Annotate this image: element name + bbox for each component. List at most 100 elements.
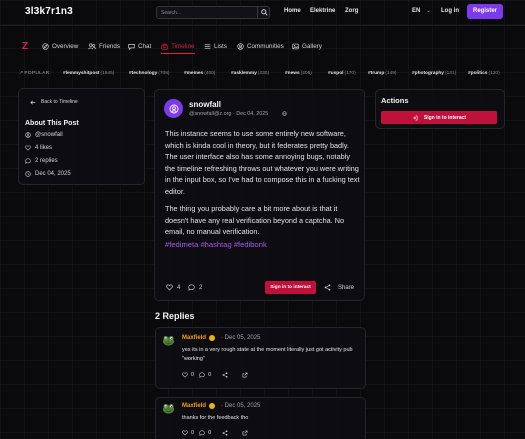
heart-icon[interactable] (182, 372, 188, 378)
tab-label: Gallery (302, 43, 322, 50)
nav-elektrine[interactable]: Elektrine (310, 8, 335, 14)
about-replies-text: 2 replies (35, 158, 58, 164)
frog-avatar-icon[interactable] (162, 334, 175, 347)
like-button[interactable]: 4 (166, 284, 180, 291)
search-button[interactable] (257, 7, 269, 18)
back-to-timeline-link[interactable]: Back to Timeline (30, 99, 78, 105)
tag-chip[interactable]: #asklemmy(330) (231, 71, 269, 76)
reply-button[interactable]: 2 (188, 284, 202, 291)
popular-tags-bar: ↗ POPULAR: (19, 71, 51, 76)
post-paragraph: This instance seems to use some entirely… (165, 129, 360, 196)
tag-chip[interactable]: #lemmyshitpost(1645) (63, 71, 114, 76)
user-icon (25, 132, 31, 138)
comment-icon[interactable] (199, 372, 205, 378)
compass-icon (42, 43, 49, 50)
login-link[interactable]: Log in (441, 8, 459, 14)
share-icon[interactable] (222, 372, 228, 378)
timeline-icon (161, 43, 168, 50)
tag-name: #news (285, 71, 300, 76)
reply-author-name: Maxfield (182, 403, 207, 409)
clock-icon (25, 171, 31, 177)
tag-name: #trump (368, 71, 385, 76)
tag-count: (206) (300, 71, 312, 76)
reply-date: · Dec 05, 2025 (221, 403, 261, 409)
reply-actions: 0 0 (182, 372, 248, 378)
comment-icon (25, 158, 31, 164)
tag-name: #memes (184, 71, 204, 76)
tab-gallery[interactable]: Gallery (292, 43, 322, 50)
heart-icon[interactable] (182, 430, 188, 436)
reply-author[interactable]: Maxfield · Dec 05, 2025 (182, 403, 260, 409)
reply-text: thanks for the feedback tho (182, 415, 249, 421)
language-selector[interactable]: EN ⌄ (412, 8, 431, 14)
post-hashtags[interactable]: #fedimeta #hashtag #fedibonk (165, 240, 267, 249)
register-button[interactable]: Register (467, 4, 503, 19)
list-icon (204, 44, 211, 49)
nav-zorg[interactable]: Zorg (345, 8, 358, 14)
tab-communities[interactable]: Communities (237, 43, 284, 50)
nav-home[interactable]: Home (284, 8, 301, 14)
actions-title: Actions (381, 96, 409, 105)
verified-badge-icon (209, 403, 216, 409)
tab-chat[interactable]: Chat (128, 43, 151, 50)
login-icon (412, 115, 418, 120)
post-meta: @snowfall@z.org · Dec 04, 2025 (189, 111, 269, 117)
tag-count: (400) (204, 71, 216, 76)
share-icon[interactable] (222, 430, 228, 436)
user-icon (169, 104, 178, 113)
sign-in-to-interact-button[interactable]: Sign in to interact (265, 281, 316, 294)
search-input[interactable] (161, 8, 253, 18)
tab-timeline[interactable]: Timeline (161, 43, 195, 54)
post-body: This instance seems to use some entirely… (165, 128, 360, 238)
tag-count: (330) (257, 71, 270, 76)
tab-friends[interactable]: Friends (88, 43, 120, 50)
tab-lists[interactable]: Lists (204, 43, 227, 50)
tag-count: (149) (385, 71, 397, 76)
reply-author[interactable]: Maxfield · Dec 05, 2025 (182, 335, 260, 341)
comment-icon[interactable] (199, 430, 205, 436)
tab-overview[interactable]: Overview (42, 43, 78, 50)
tag-name: #photography (412, 71, 444, 76)
trending-icon: ↗ (19, 71, 24, 76)
reply-like-count: 0 (191, 372, 195, 378)
reply-date: · Dec 05, 2025 (221, 335, 261, 341)
community-icon (237, 43, 244, 50)
avatar[interactable] (164, 99, 183, 118)
share-button[interactable]: Share (324, 284, 354, 291)
post-author-name[interactable]: snowfall (189, 100, 221, 109)
tag-chip[interactable]: #news(206) (285, 71, 312, 76)
about-author-text: @snowfall (35, 132, 63, 138)
tag-chip[interactable]: #memes(400) (184, 71, 215, 76)
reply-author-name: Maxfield (182, 335, 207, 341)
zorg-logo[interactable]: Z (22, 41, 32, 52)
tag-chip[interactable]: #photography(121) (412, 71, 456, 76)
frog-avatar-icon[interactable] (162, 402, 175, 415)
external-link-icon[interactable] (242, 430, 248, 436)
search-box[interactable] (156, 6, 270, 19)
comment-icon (188, 284, 195, 291)
tab-label: Timeline (171, 43, 195, 50)
tag-name: #politics (468, 71, 488, 76)
tab-label: Communities (247, 43, 284, 50)
about-author[interactable]: @snowfall (25, 132, 63, 138)
external-link-icon[interactable] (242, 372, 248, 378)
about-likes-text: 4 likes (35, 145, 53, 151)
tag-chip[interactable]: #technology(708) (129, 71, 169, 76)
site-logo[interactable]: 3l3k7r1n3 (25, 6, 73, 17)
reply-comment-count: 0 (208, 430, 212, 436)
chat-icon (128, 44, 135, 50)
tag-chip[interactable]: #trump(149) (368, 71, 396, 76)
tag-name: #lemmyshitpost (63, 71, 100, 76)
replies-heading: 2 Replies (155, 311, 195, 321)
tab-label: Chat (138, 43, 152, 50)
verified-badge-icon (209, 335, 216, 341)
tag-chip[interactable]: #uspol(170) (328, 71, 356, 76)
tag-name: #technology (129, 71, 158, 76)
sidebar-sign-in-button[interactable]: Sign in to interact (381, 111, 497, 124)
tag-chip[interactable]: #politics(120) (468, 71, 500, 76)
tab-label: Lists (214, 43, 227, 50)
arrow-left-icon (30, 99, 36, 105)
tag-count: (708) (158, 71, 170, 76)
gallery-icon (292, 43, 299, 50)
tag-count: (120) (488, 71, 500, 76)
